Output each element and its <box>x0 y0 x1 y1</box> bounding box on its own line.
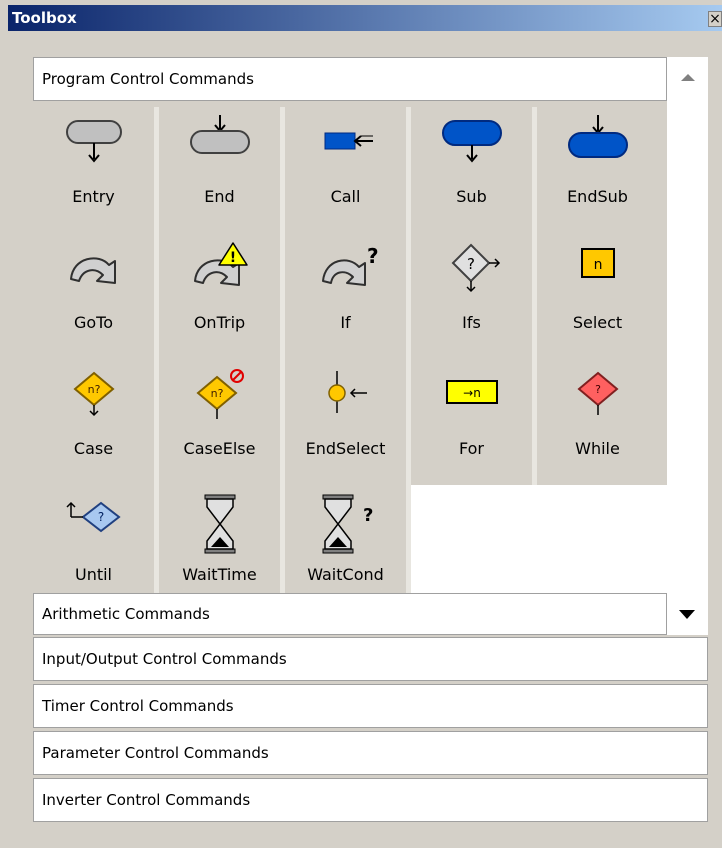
tool-label: EndSelect <box>305 439 386 458</box>
category-io-control[interactable]: Input/Output Control Commands <box>33 637 708 681</box>
tool-endselect[interactable]: EndSelect <box>285 359 406 480</box>
tool-label: End <box>204 187 235 206</box>
tool-ifs[interactable]: ? Ifs <box>411 233 532 354</box>
tool-if[interactable]: ? If <box>285 233 406 354</box>
while-icon: ? <box>537 367 658 427</box>
tool-call[interactable]: Call <box>285 107 406 228</box>
ontrip-icon: ! <box>159 241 280 301</box>
svg-text:!: ! <box>229 250 235 266</box>
tool-for[interactable]: →n For <box>411 359 532 480</box>
endsub-icon <box>537 115 658 175</box>
category-label: Program Control Commands <box>42 70 254 88</box>
triangle-up-icon <box>681 74 695 81</box>
select-icon: n <box>537 241 658 301</box>
tool-label: Call <box>330 187 361 206</box>
tool-while[interactable]: ? While <box>537 359 658 480</box>
tool-label: Until <box>74 565 112 584</box>
tool-label: While <box>575 439 620 458</box>
tool-waitcond[interactable]: ? WaitCond <box>285 485 406 593</box>
category-inverter-control[interactable]: Inverter Control Commands <box>33 778 708 822</box>
category-label: Inverter Control Commands <box>42 791 251 809</box>
waitcond-glyph: ? <box>363 505 373 526</box>
category-parameter-control[interactable]: Parameter Control Commands <box>33 731 708 775</box>
tool-grid: Entry End Call Sub EndSub GoTo ! OnTrip … <box>33 107 667 593</box>
case-icon: n? <box>33 367 154 427</box>
caseelse-icon: n? <box>159 367 280 427</box>
tool-label: Entry <box>72 187 115 206</box>
svg-text:?: ? <box>467 255 475 273</box>
category-label: Input/Output Control Commands <box>42 650 287 668</box>
tool-label: Sub <box>456 187 487 206</box>
tool-caseelse[interactable]: n? CaseElse <box>159 359 280 480</box>
endselect-icon <box>285 367 406 427</box>
sub-icon <box>411 115 532 175</box>
if-icon: ? <box>285 241 406 301</box>
ifs-icon: ? <box>411 241 532 301</box>
empty-area <box>667 101 708 593</box>
for-glyph: →n <box>463 386 481 400</box>
waitcond-icon: ? <box>285 493 406 554</box>
select-glyph: n <box>593 257 602 273</box>
tool-case[interactable]: n? Case <box>33 359 154 480</box>
caseelse-glyph: n? <box>210 387 223 400</box>
tool-ontrip[interactable]: ! OnTrip <box>159 233 280 354</box>
category-timer-control[interactable]: Timer Control Commands <box>33 684 708 728</box>
scroll-up-button[interactable] <box>666 57 708 101</box>
category-program-control[interactable]: Program Control Commands <box>33 57 708 101</box>
tool-sub[interactable]: Sub <box>411 107 532 228</box>
goto-icon <box>33 241 154 301</box>
empty-area <box>411 485 667 593</box>
tool-end[interactable]: End <box>159 107 280 228</box>
category-arithmetic[interactable]: Arithmetic Commands <box>33 593 708 635</box>
tool-label: CaseElse <box>183 439 256 458</box>
entry-icon <box>33 115 154 175</box>
end-icon <box>159 115 280 175</box>
call-icon <box>285 115 406 175</box>
tool-label: GoTo <box>73 313 114 332</box>
category-label: Parameter Control Commands <box>42 744 269 762</box>
tool-label: Case <box>73 439 114 458</box>
close-button[interactable]: × <box>708 11 722 27</box>
title-bar: Toolbox × <box>8 5 722 31</box>
until-glyph: ? <box>97 510 103 524</box>
toolbox-panel: Program Control Commands Entry End Call … <box>33 57 708 827</box>
category-label: Arithmetic Commands <box>42 605 210 623</box>
tool-label: WaitCond <box>307 565 384 584</box>
scroll-down-button[interactable] <box>666 593 708 635</box>
case-glyph: n? <box>87 383 100 396</box>
tool-label: OnTrip <box>193 313 246 332</box>
tool-entry[interactable]: Entry <box>33 107 154 228</box>
tool-goto[interactable]: GoTo <box>33 233 154 354</box>
tool-select[interactable]: n Select <box>537 233 658 354</box>
window-title: Toolbox <box>12 9 77 27</box>
for-icon: →n <box>411 367 532 427</box>
while-glyph: ? <box>595 383 601 396</box>
tool-label: Ifs <box>462 313 481 332</box>
until-icon: ? <box>33 493 154 553</box>
waittime-icon <box>159 493 280 554</box>
tool-label: EndSub <box>567 187 628 206</box>
tool-waittime[interactable]: WaitTime <box>159 485 280 593</box>
category-label: Timer Control Commands <box>42 697 234 715</box>
tool-label: Select <box>572 313 623 332</box>
tool-until[interactable]: ? Until <box>33 485 154 593</box>
tool-label: For <box>459 439 484 458</box>
tool-endsub[interactable]: EndSub <box>537 107 658 228</box>
triangle-down-icon <box>679 610 695 619</box>
tool-label: WaitTime <box>182 565 257 584</box>
svg-text:?: ? <box>367 244 379 268</box>
tool-label: If <box>340 313 351 332</box>
